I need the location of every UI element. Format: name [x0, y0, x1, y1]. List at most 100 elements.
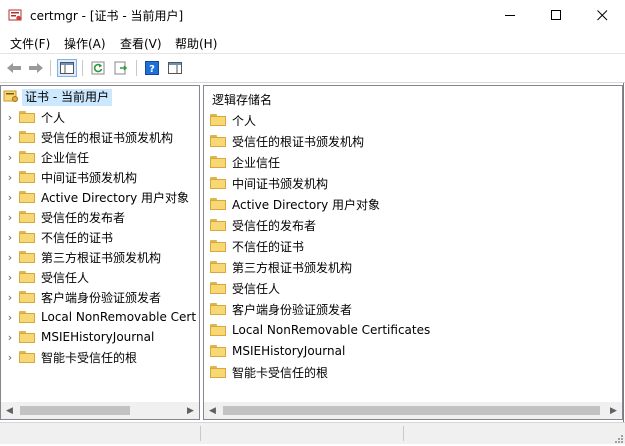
title-bar[interactable]: certmgr - [证书 - 当前用户]	[0, 0, 625, 31]
folder-icon	[210, 261, 226, 273]
list-item-label: Active Directory 用户对象	[232, 197, 381, 212]
tree-item-label: 不信任的证书	[41, 230, 114, 245]
folder-icon	[19, 111, 35, 123]
chevron-right-icon[interactable]: ›	[1, 351, 19, 364]
tree-item[interactable]: › MSIEHistoryJournal	[1, 327, 155, 347]
tree-item[interactable]: › 不信任的证书	[1, 227, 113, 247]
toolbar-separator	[136, 60, 137, 76]
maximize-button[interactable]	[533, 0, 579, 31]
tree-root-item[interactable]: 证书 - 当前用户	[3, 88, 112, 106]
tree-item[interactable]: › 受信任的根证书颁发机构	[1, 127, 173, 147]
chevron-right-icon[interactable]: ›	[1, 331, 19, 344]
tree-item[interactable]: › 企业信任	[1, 147, 89, 167]
chevron-right-icon[interactable]: ›	[1, 211, 19, 224]
menu-file[interactable]: 文件(F)	[10, 35, 50, 52]
tree-root-label: 证书 - 当前用户	[22, 88, 112, 106]
list-item[interactable]: 受信任的发布者	[210, 215, 316, 235]
chevron-right-icon[interactable]: ›	[1, 311, 19, 324]
tree-pane[interactable]: 证书 - 当前用户 › 个人 › 受信任的根证书颁发机构 › 企业信任 › 中间…	[0, 85, 200, 420]
tree-item[interactable]: › 客户端身份验证颁发者	[1, 287, 161, 307]
chevron-right-icon[interactable]: ›	[1, 111, 19, 124]
menu-action[interactable]: 操作(A)	[64, 35, 106, 52]
chevron-right-icon[interactable]: ›	[1, 271, 19, 284]
tree-item[interactable]: › Local NonRemovable Cert	[1, 307, 196, 327]
chevron-right-icon[interactable]: ›	[1, 251, 19, 264]
scrollbar-thumb[interactable]	[223, 406, 600, 415]
tree-item[interactable]: › 受信任的发布者	[1, 207, 125, 227]
list-item[interactable]: 受信任人	[210, 278, 280, 298]
chevron-right-icon[interactable]: ›	[1, 291, 19, 304]
folder-icon	[210, 156, 226, 168]
folder-icon	[210, 198, 226, 210]
toolbar-separator	[82, 60, 83, 76]
folder-icon	[19, 331, 35, 343]
chevron-right-icon[interactable]: ›	[1, 171, 19, 184]
store-list-pane[interactable]: 逻辑存储名 个人 受信任的根证书颁发机构 企业信任 中间证书颁发机构 Activ…	[203, 85, 623, 420]
tree-item-label: Local NonRemovable Cert	[41, 310, 197, 324]
tree-item[interactable]: › 受信任人	[1, 267, 89, 287]
column-header-logical-store[interactable]: 逻辑存储名	[212, 91, 272, 108]
minimize-button[interactable]	[487, 0, 533, 31]
tree-item[interactable]: › 中间证书颁发机构	[1, 167, 137, 187]
tree-item-label: 企业信任	[41, 150, 90, 165]
tree-item-label: 受信任的根证书颁发机构	[41, 130, 174, 145]
list-item[interactable]: 智能卡受信任的根	[210, 362, 328, 382]
app-window: certmgr - [证书 - 当前用户] 文件(F) 操作(A) 查看(V) …	[0, 0, 625, 444]
tree-item-label: 中间证书颁发机构	[41, 170, 138, 185]
folder-icon	[19, 211, 35, 223]
tree-item-label: 受信任人	[41, 270, 90, 285]
tree-horizontal-scrollbar[interactable]: ◀ ▶	[1, 402, 199, 419]
tree-item[interactable]: › 第三方根证书颁发机构	[1, 247, 161, 267]
tree-item-label: Active Directory 用户对象	[41, 190, 190, 205]
chevron-right-icon[interactable]: ›	[1, 151, 19, 164]
list-item[interactable]: 不信任的证书	[210, 236, 304, 256]
menu-help[interactable]: 帮助(H)	[175, 35, 217, 52]
folder-icon	[19, 191, 35, 203]
folder-icon	[210, 303, 226, 315]
close-button[interactable]	[579, 0, 625, 31]
tree-item[interactable]: › 个人	[1, 107, 65, 127]
scroll-right-icon[interactable]: ▶	[182, 402, 199, 419]
list-item[interactable]: 中间证书颁发机构	[210, 173, 328, 193]
refresh-icon[interactable]	[88, 59, 108, 77]
resize-grip-icon[interactable]	[613, 432, 623, 443]
list-item[interactable]: MSIEHistoryJournal	[210, 341, 345, 361]
list-item[interactable]: 客户端身份验证颁发者	[210, 299, 352, 319]
forward-arrow-icon[interactable]	[26, 59, 46, 77]
list-item[interactable]: Active Directory 用户对象	[210, 194, 380, 214]
list-item-label: 受信任的发布者	[232, 218, 317, 233]
list-item-label: 不信任的证书	[232, 239, 305, 254]
list-item[interactable]: 企业信任	[210, 152, 280, 172]
scroll-left-icon[interactable]: ◀	[1, 402, 18, 419]
list-item[interactable]: 第三方根证书颁发机构	[210, 257, 352, 277]
scrollbar-thumb[interactable]	[20, 406, 130, 415]
tree-item[interactable]: › Active Directory 用户对象	[1, 187, 189, 207]
menu-view[interactable]: 查看(V)	[120, 35, 162, 52]
svg-text:?: ?	[149, 64, 155, 75]
list-item[interactable]: Local NonRemovable Certificates	[210, 320, 430, 340]
export-list-icon[interactable]	[111, 59, 131, 77]
toolbar: ?	[0, 53, 625, 83]
chevron-right-icon[interactable]: ›	[1, 131, 19, 144]
tree-item-label: 智能卡受信任的根	[41, 350, 138, 365]
list-horizontal-scrollbar[interactable]: ◀ ▶	[204, 402, 622, 419]
back-arrow-icon[interactable]	[4, 59, 24, 77]
tree-item[interactable]: › 智能卡受信任的根	[1, 347, 137, 367]
status-separator	[200, 426, 201, 441]
show-hide-tree-icon[interactable]	[57, 59, 77, 77]
scroll-right-icon[interactable]: ▶	[605, 402, 622, 419]
list-item-label: 智能卡受信任的根	[232, 365, 329, 380]
toolbar-separator	[50, 60, 51, 76]
list-item-label: 个人	[232, 113, 257, 128]
folder-icon	[210, 345, 226, 357]
tree-item-label: 客户端身份验证颁发者	[41, 290, 162, 305]
help-icon[interactable]: ?	[142, 59, 162, 77]
chevron-right-icon[interactable]: ›	[1, 191, 19, 204]
folder-icon	[210, 114, 226, 126]
folder-icon	[19, 131, 35, 143]
scroll-left-icon[interactable]: ◀	[204, 402, 221, 419]
list-item[interactable]: 个人	[210, 110, 256, 130]
action-pane-icon[interactable]	[165, 59, 185, 77]
list-item[interactable]: 受信任的根证书颁发机构	[210, 131, 364, 151]
chevron-right-icon[interactable]: ›	[1, 231, 19, 244]
